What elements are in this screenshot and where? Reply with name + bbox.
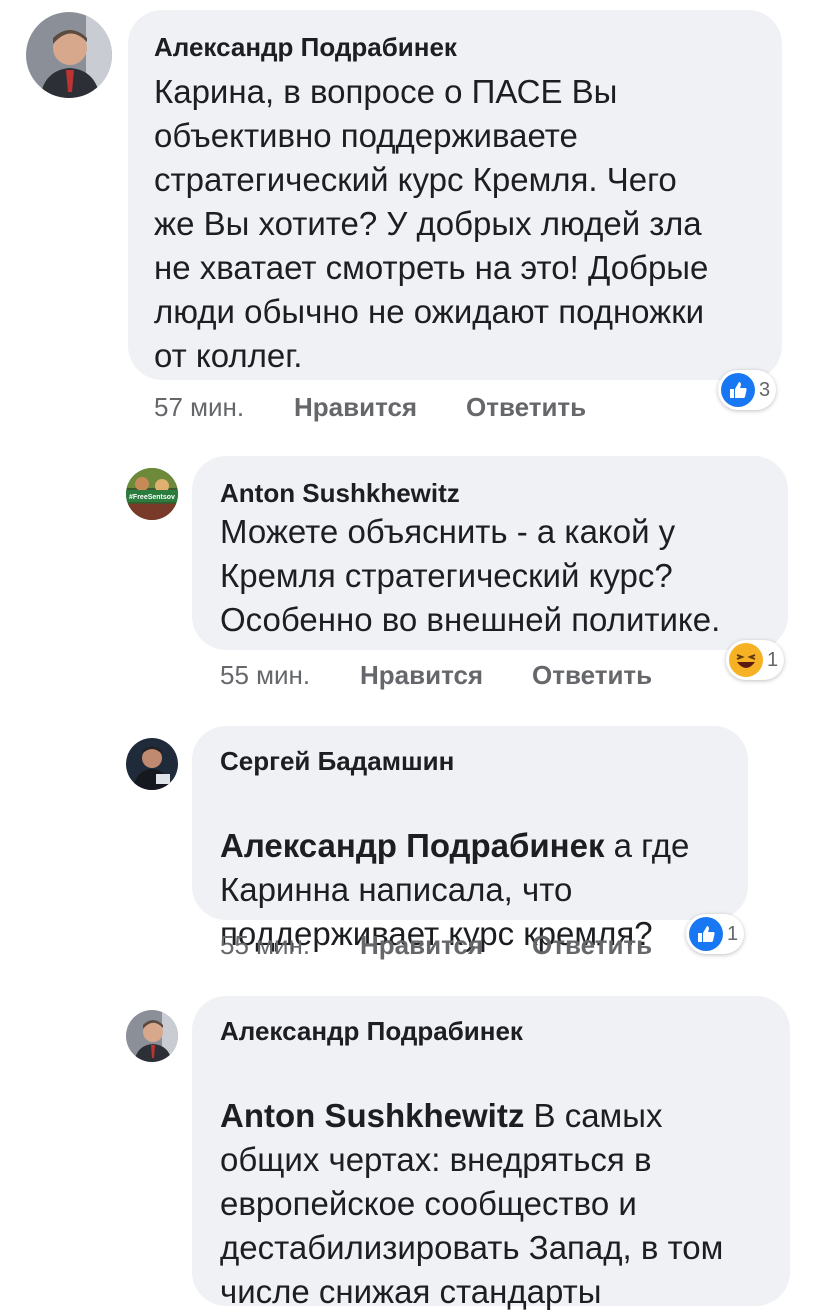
comment-author[interactable]: Сергей Бадамшин xyxy=(220,746,454,777)
avatar[interactable] xyxy=(26,12,112,98)
comment-mention[interactable]: Anton Sushkhewitz xyxy=(220,1097,524,1134)
comment-text: Anton Sushkhewitz В самых общих чертах: … xyxy=(220,1050,780,1314)
avatar-photo-icon xyxy=(126,1010,178,1062)
haha-icon xyxy=(729,643,763,677)
comment-author[interactable]: Александр Подрабинек xyxy=(154,32,457,63)
comment-actions: 55 мин. Нравится Ответить xyxy=(220,930,680,962)
avatar-photo-icon xyxy=(26,12,112,98)
reaction-count: 1 xyxy=(767,648,779,671)
avatar[interactable] xyxy=(126,1010,178,1062)
comment-text: Карина, в вопросе о ПАСЕ Вы объективно п… xyxy=(154,73,709,374)
reply-button[interactable]: Ответить xyxy=(466,392,586,423)
svg-text:#FreeSentsov: #FreeSentsov xyxy=(129,494,175,501)
reaction-summary[interactable]: 1 xyxy=(686,914,745,954)
avatar-photo-icon xyxy=(126,738,178,790)
comment-actions: 57 мин. Нравится Ответить xyxy=(154,392,614,424)
avatar-photo-icon: #FreeSentsov xyxy=(126,468,178,520)
reply-button[interactable]: Ответить xyxy=(532,660,652,691)
like-button[interactable]: Нравится xyxy=(360,660,483,691)
comment-text: Можете объяснить - а какой у Кремля стра… xyxy=(220,513,721,638)
like-icon xyxy=(721,373,755,407)
comment-time[interactable]: 55 мин. xyxy=(220,930,310,961)
avatar[interactable] xyxy=(126,738,178,790)
reaction-summary[interactable]: 1 xyxy=(726,640,785,680)
reply-button[interactable]: Ответить xyxy=(532,930,652,961)
reaction-count: 3 xyxy=(759,378,771,401)
comment-actions: 55 мин. Нравится Ответить xyxy=(220,660,680,692)
comment-time[interactable]: 55 мин. xyxy=(220,660,310,691)
reaction-summary[interactable]: 3 xyxy=(718,370,777,410)
reaction-count: 1 xyxy=(727,922,739,945)
like-icon xyxy=(689,917,723,951)
like-button[interactable]: Нравится xyxy=(360,930,483,961)
comment-mention[interactable]: Александр Подрабинек xyxy=(220,827,604,864)
comment-author[interactable]: Александр Подрабинек xyxy=(220,1016,523,1047)
like-button[interactable]: Нравится xyxy=(294,392,417,423)
avatar[interactable]: #FreeSentsov xyxy=(126,468,178,520)
comment-author[interactable]: Anton Sushkhewitz xyxy=(220,478,460,509)
comment-time[interactable]: 57 мин. xyxy=(154,392,244,423)
